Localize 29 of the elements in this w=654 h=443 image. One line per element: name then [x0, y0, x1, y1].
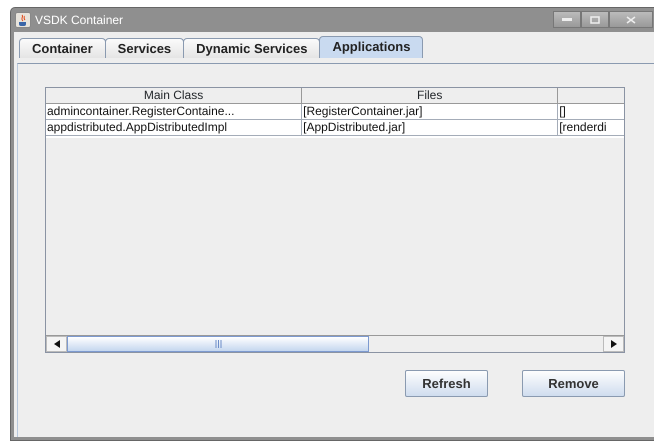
close-button[interactable]: [609, 11, 653, 28]
table-cell: [AppDistributed.jar]: [302, 120, 558, 136]
action-button[interactable]: Remove: [522, 370, 625, 397]
action-button[interactable]: Refresh: [405, 370, 488, 397]
table-cell: admincontainer.RegisterContaine...: [46, 104, 302, 120]
table-cell: appdistributed.AppDistributedImpl: [46, 120, 302, 136]
scroll-right-button[interactable]: [603, 336, 624, 352]
table-cell: [renderdi: [558, 120, 624, 136]
tab[interactable]: Dynamic Services: [183, 38, 320, 58]
tab[interactable]: Container: [19, 38, 106, 58]
table-cell: []: [558, 104, 624, 120]
column-header[interactable]: Main Class: [46, 88, 302, 103]
window-title: VSDK Container: [35, 12, 124, 28]
tab[interactable]: Services: [104, 38, 184, 58]
table-cell: [RegisterContainer.jar]: [302, 104, 558, 120]
close-icon: [626, 16, 636, 24]
minimize-icon: [562, 18, 572, 22]
maximize-icon: [590, 16, 600, 24]
column-header[interactable]: Files: [302, 88, 558, 103]
grip-icon: [214, 340, 222, 348]
scroll-left-button[interactable]: [46, 336, 67, 352]
tab[interactable]: Applications: [319, 36, 424, 58]
horizontal-scrollbar[interactable]: [46, 335, 624, 352]
maximize-button[interactable]: [581, 11, 609, 28]
minimize-button[interactable]: [553, 11, 581, 28]
scroll-thumb[interactable]: [67, 336, 369, 352]
left-arrow-icon: [54, 340, 60, 348]
right-arrow-icon: [610, 340, 616, 348]
java-cup-icon: [15, 12, 31, 28]
